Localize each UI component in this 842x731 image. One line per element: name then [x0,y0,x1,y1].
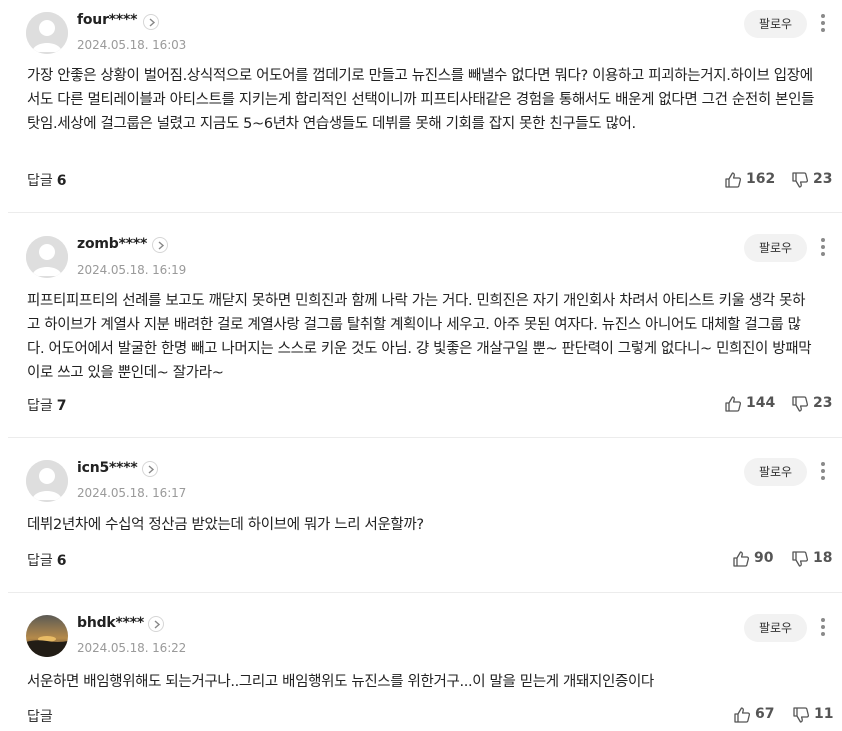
comment-date: 2024.05.18. 16:17 [77,486,187,500]
comment-item: icn5**** 2024.05.18. 16:17 팔로우 데뷔2년차에 수십… [0,437,842,592]
reply-label: 답글 [27,709,53,725]
avatar[interactable] [26,460,68,502]
reply-count: 7 [56,398,67,414]
reply-button[interactable]: 답글 6 [27,550,67,570]
reply-count: 6 [56,173,67,189]
comment-item: zomb**** 2024.05.18. 16:19 팔로우 피프티피프티의 선… [0,212,842,437]
more-options-icon[interactable] [816,13,830,35]
comment-text: 데뷔2년차에 수십억 정산금 받았는데 하이브에 뭐가 느리 서운할까? [27,517,424,533]
chevron-right-icon[interactable] [148,616,164,632]
chevron-right-icon[interactable] [152,237,168,253]
comment-text: 가장 안좋은 상황이 벌어짐.상식적으로 어도어를 껍데기로 만들고 뉴진스를 … [27,68,815,132]
like-count: 162 [746,171,776,187]
username[interactable]: bhdk**** [77,615,144,631]
more-options-icon[interactable] [816,237,830,259]
reply-count: 6 [56,553,67,569]
reply-label: 답글 [27,173,53,189]
follow-button[interactable]: 팔로우 [744,458,807,486]
more-options-icon[interactable] [816,617,830,639]
like-count: 90 [754,550,774,566]
thumbs-up-icon [725,396,742,412]
comment-item: four**** 2024.05.18. 16:03 팔로우 가장 안좋은 상황… [0,0,842,212]
comment-text: 서운하면 배임행위해도 되는거구나..그리고 배임행위도 뉴진스를 위한거구..… [27,674,654,690]
thumbs-up-icon [725,172,742,188]
username[interactable]: four**** [77,12,137,28]
comment-date: 2024.05.18. 16:03 [77,38,187,52]
username[interactable]: zomb**** [77,236,147,252]
thumbs-up-icon [733,551,750,567]
like-count: 67 [755,706,775,722]
more-options-icon[interactable] [816,461,830,483]
comment-text: 피프티피프티의 선례를 보고도 깨닫지 못하면 민희진과 함께 나락 가는 거다… [27,293,812,381]
avatar[interactable] [26,236,68,278]
thumbs-down-icon [793,707,810,723]
like-count: 144 [746,395,776,411]
thumbs-down-icon [792,172,809,188]
follow-button[interactable]: 팔로우 [744,614,807,642]
comment-date: 2024.05.18. 16:22 [77,641,187,655]
follow-button[interactable]: 팔로우 [744,10,807,38]
follow-button[interactable]: 팔로우 [744,234,807,262]
avatar[interactable] [26,12,68,54]
dislike-count: 11 [814,706,834,722]
comment-item: bhdk**** 2024.05.18. 16:22 팔로우 서운하면 배임행위… [0,592,842,731]
chevron-right-icon[interactable] [142,461,158,477]
username[interactable]: icn5**** [77,460,138,476]
reply-button[interactable]: 답글 [27,706,57,726]
reply-button[interactable]: 답글 6 [27,170,67,190]
chevron-right-icon[interactable] [143,14,159,30]
reply-button[interactable]: 답글 7 [27,395,67,415]
avatar[interactable] [26,615,68,657]
thumbs-down-icon [792,551,809,567]
thumbs-up-icon [734,707,751,723]
dislike-count: 23 [813,395,833,411]
reply-label: 답글 [27,398,53,414]
dislike-count: 18 [813,550,833,566]
dislike-count: 23 [813,171,833,187]
reply-label: 답글 [27,553,53,569]
thumbs-down-icon [792,396,809,412]
comment-date: 2024.05.18. 16:19 [77,263,187,277]
